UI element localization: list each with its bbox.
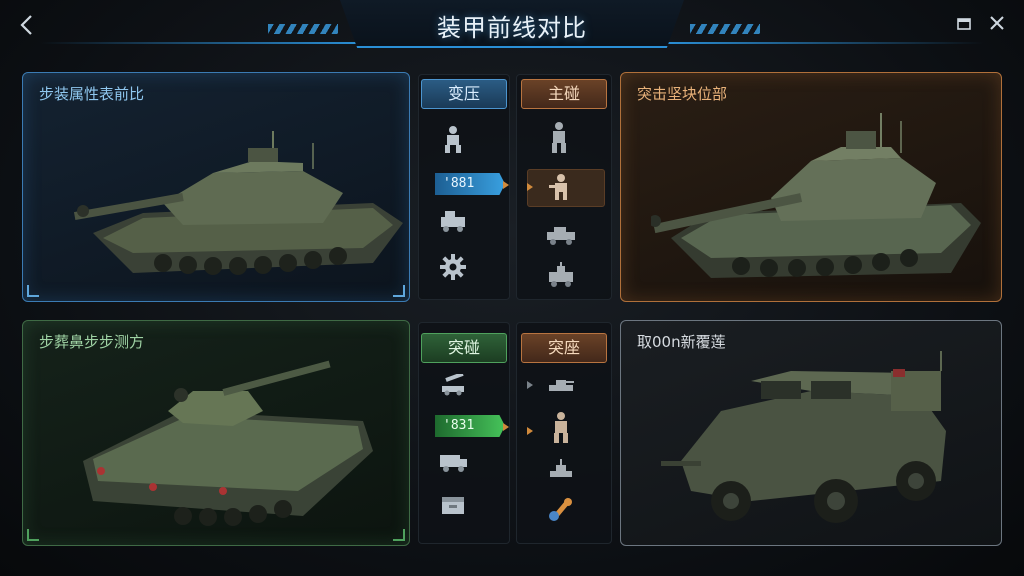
vehicle-icon[interactable]	[433, 205, 473, 237]
header-bar: 装甲前线对比	[0, 0, 1024, 50]
stat-column-top-left: 变压 '881	[418, 74, 510, 300]
soldier-icon[interactable]	[541, 411, 581, 443]
main-battle-tank-image	[73, 131, 403, 275]
soldier-selected-icon[interactable]	[541, 171, 581, 203]
tab-top-right[interactable]: 主碰	[521, 79, 607, 109]
stat-badge: '831	[435, 415, 505, 437]
chevron-left-icon	[20, 15, 32, 35]
stat-column-bottom-right: 突座	[516, 322, 612, 544]
panel-label: 步装属性表前比	[39, 85, 145, 103]
vehicle-card-bottom-left[interactable]: 步葬鼻步步测方	[22, 320, 410, 546]
soldier-icon[interactable]	[539, 121, 579, 153]
corner-bracket	[27, 529, 39, 541]
tab-bottom-right[interactable]: 突座	[521, 333, 607, 363]
close-icon	[990, 16, 1004, 30]
vehicle-card-top-right[interactable]: 突击坚块位部	[620, 72, 1002, 302]
armored-truck-image	[661, 351, 946, 523]
gear-icon[interactable]	[433, 251, 473, 283]
close-button[interactable]	[988, 12, 1006, 34]
panel-label: 突击坚块位部	[637, 85, 728, 103]
wrench-icon[interactable]	[541, 493, 581, 525]
stat-column-bottom-left: 突碰 '831	[418, 322, 510, 544]
truck-icon[interactable]	[433, 445, 473, 477]
vehicle-card-top-left[interactable]: 步装属性表前比	[22, 72, 410, 302]
corner-bracket	[27, 285, 39, 297]
infantry-fighting-vehicle-image	[83, 360, 373, 526]
indicator-arrow	[503, 423, 509, 431]
indicator-arrow	[527, 427, 533, 435]
panel-label: 步葬鼻步步测方	[39, 333, 145, 351]
tank-small-icon[interactable]	[541, 369, 581, 401]
indicator-arrow	[527, 381, 533, 389]
turret-icon[interactable]	[541, 453, 581, 485]
stat-badge: '881	[435, 173, 505, 195]
vehicle-small-icon[interactable]	[541, 259, 581, 291]
corner-bracket	[393, 529, 405, 541]
window-button[interactable]	[956, 16, 972, 32]
stat-column-top-right: 主碰	[516, 74, 612, 300]
soldier-icon[interactable]	[433, 123, 473, 155]
corner-bracket	[393, 285, 405, 297]
indicator-arrow	[503, 181, 509, 189]
window-icon	[957, 18, 971, 30]
crate-icon[interactable]	[433, 489, 473, 521]
tab-bottom-left[interactable]: 突碰	[421, 333, 507, 363]
tab-top-left[interactable]: 变压	[421, 79, 507, 109]
page-title: 装甲前线对比	[437, 14, 587, 42]
artillery-icon[interactable]	[433, 369, 473, 401]
assault-tank-image	[651, 113, 981, 278]
vehicle-icon[interactable]	[541, 219, 581, 251]
panel-label: 取00n新覆莲	[637, 333, 726, 351]
vehicle-card-bottom-right[interactable]: 取00n新覆莲	[620, 320, 1002, 546]
back-button[interactable]	[16, 12, 38, 38]
indicator-arrow	[527, 183, 533, 191]
